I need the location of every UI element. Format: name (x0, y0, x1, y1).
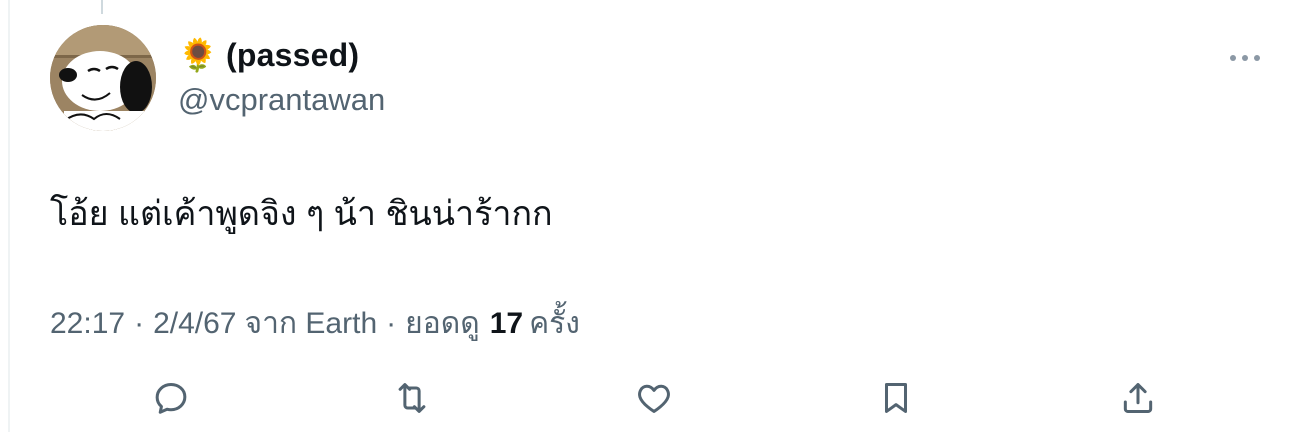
more-options-button[interactable] (1226, 44, 1264, 72)
tweet-time[interactable]: 22:17 (50, 307, 125, 341)
author-name[interactable]: 🌻 (passed) (178, 36, 359, 74)
display-name: (passed) (226, 36, 360, 73)
avatar[interactable] (50, 25, 156, 131)
more-dots-icon (1230, 55, 1260, 61)
tweet-metadata: 22:17 · 2/4/67 จาก Earth · ยอดดู 17 ครั้… (50, 300, 580, 347)
thread-connector-line (101, 0, 103, 14)
meta-separator: · (134, 307, 145, 340)
retweet-button[interactable] (392, 378, 432, 418)
views-suffix: ครั้ง (529, 307, 580, 340)
sunflower-emoji: 🌻 (178, 37, 219, 73)
snoopy-avatar-image (50, 25, 156, 131)
views-label: ยอดดู (405, 307, 480, 340)
like-button[interactable] (634, 378, 674, 418)
meta-separator: · (386, 307, 397, 340)
tweet-source: จาก Earth (244, 307, 378, 340)
reply-icon (155, 383, 187, 414)
reply-button[interactable] (151, 378, 191, 418)
bookmark-icon (884, 383, 908, 413)
retweet-icon (398, 383, 426, 413)
tweet-text: โอ้ย แต่เค้าพูดจิง ๆ น้า ชินน่าร้ากก (50, 195, 553, 233)
bookmark-button[interactable] (876, 378, 916, 418)
tweet-date[interactable]: 2/4/67 (153, 307, 236, 341)
thread-divider (8, 0, 10, 432)
share-button[interactable] (1118, 378, 1158, 418)
like-icon (638, 384, 670, 413)
author-handle[interactable]: @vcprantawan (178, 82, 385, 118)
views-count: 17 (489, 307, 524, 340)
share-icon (1123, 383, 1153, 413)
